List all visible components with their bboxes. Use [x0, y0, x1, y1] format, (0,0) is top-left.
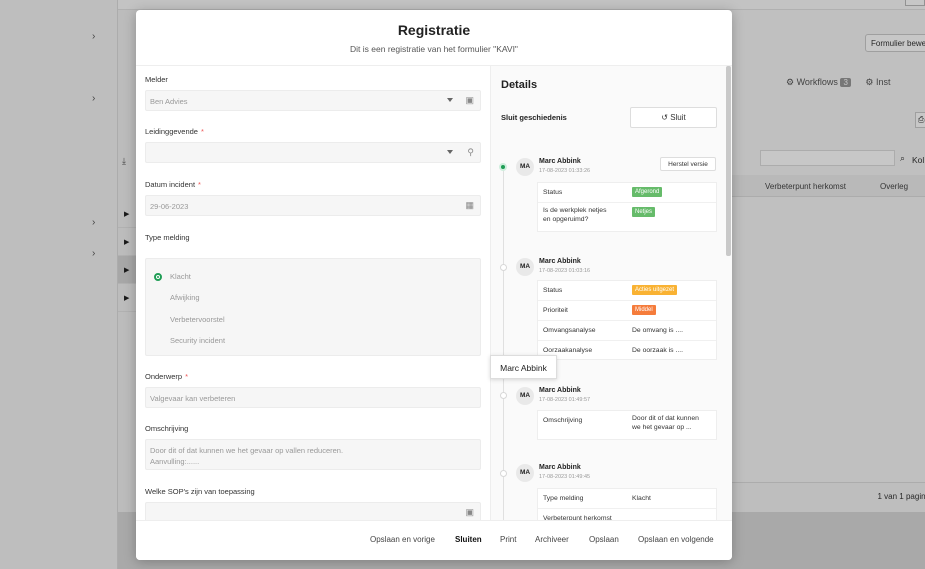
melder-value: Ben Advies	[150, 97, 188, 106]
type-melding-radio-group: Klacht Afwijking Verbetervoorstel Securi…	[145, 258, 481, 356]
avatar: MA	[516, 258, 534, 276]
omschrijving-label: Omschrijving	[145, 424, 189, 433]
entry-date: 17-08-2023 01:03:16	[539, 268, 591, 274]
avatar: MA	[516, 158, 534, 176]
change-row: Verbeterpunt herkomst	[538, 509, 716, 520]
change-key: Omvangsanalyse	[543, 327, 596, 334]
onderwerp-value: Valgevaar kan verbeteren	[150, 394, 236, 403]
change-row: Oorzaakanalyse De oorzaak is ....	[538, 341, 716, 359]
sop-input[interactable]: ▣	[145, 502, 481, 520]
entry-author: Marc Abbink	[539, 158, 581, 165]
omschrijving-textarea[interactable]: Door dit of dat kunnen we het gevaar op …	[145, 439, 481, 470]
change-value: De omvang is ....	[632, 327, 683, 334]
melder-label: Melder	[145, 75, 168, 84]
onderwerp-label: Onderwerp *	[145, 372, 189, 381]
history-timeline	[503, 166, 504, 520]
timeline-node	[500, 392, 507, 399]
omschrijving-line: Aanvulling:......	[150, 457, 200, 466]
change-key: Oorzaakanalyse	[543, 347, 593, 354]
change-key: Type melding	[543, 495, 584, 502]
save-button[interactable]: Opslaan	[589, 535, 619, 544]
change-row: Is de werkplek netjes en opgeruimd? Netje…	[538, 203, 716, 231]
timeline-node	[500, 470, 507, 477]
save-previous-button[interactable]: Opslaan en vorige	[370, 535, 435, 544]
details-title: Details	[501, 79, 538, 91]
modal-subtitle: Dit is een registratie van het formulier…	[350, 44, 518, 54]
calendar-icon[interactable]: ▦	[465, 200, 474, 211]
radio-selected-icon	[154, 273, 162, 281]
modal-header: Registratie Dit is een registratie van h…	[136, 10, 732, 66]
author-tooltip: Marc Abbink	[490, 355, 557, 379]
change-value: Door dit of dat kunnen we het gevaar op .…	[632, 415, 699, 431]
modal-footer: Opslaan en vorige Sluiten Print Archivee…	[136, 520, 732, 560]
melder-select[interactable]: Ben Advies ▣	[145, 90, 481, 111]
change-card: Omschrijving Door dit of dat kunnen we he…	[537, 410, 717, 440]
timeline-node-active	[499, 163, 507, 171]
datum-input[interactable]: 29-06-2023 ▦	[145, 195, 481, 216]
registration-form: Melder Ben Advies ▣ Leidinggevende * ⚲ Da…	[136, 66, 490, 520]
leidinggevende-select[interactable]: ⚲	[145, 142, 481, 163]
change-card: Status Acties uitgezet Prioriteit Middel…	[537, 280, 717, 360]
close-button[interactable]: Sluiten	[455, 535, 482, 544]
omschrijving-line: Door dit of dat kunnen we het gevaar op …	[150, 446, 344, 455]
chevron-down-icon	[447, 150, 453, 154]
change-key: Omschrijving	[543, 417, 583, 424]
datum-value: 29-06-2023	[150, 202, 189, 211]
sop-label: Welke SOP's zijn van toepassing	[145, 487, 255, 496]
leidinggevende-label: Leidinggevende *	[145, 127, 204, 136]
print-button[interactable]: Print	[500, 535, 516, 544]
entry-date: 17-08-2023 01:49:45	[539, 474, 591, 480]
entry-date: 17-08-2023 01:49:57	[539, 397, 591, 403]
user-icon[interactable]: ⚲	[467, 147, 474, 158]
entry-date: 17-08-2023 01:33:26	[539, 168, 591, 174]
change-key: Prioriteit	[543, 307, 568, 314]
status-badge: Netjes	[632, 207, 656, 217]
avatar: MA	[516, 387, 534, 405]
modal-title: Registratie	[397, 22, 471, 38]
change-key: Status	[543, 287, 563, 294]
radio-label: Verbetervoorstel	[170, 315, 225, 324]
history-icon: ↺	[661, 113, 668, 122]
change-value: Klacht	[632, 495, 651, 502]
onderwerp-input[interactable]: Valgevaar kan verbeteren	[145, 387, 481, 408]
chevron-down-icon	[447, 98, 453, 102]
save-next-button[interactable]: Opslaan en volgende	[638, 535, 714, 544]
priority-badge: Middel	[632, 305, 656, 315]
type-melding-label: Type melding	[145, 233, 190, 242]
change-row: Status Afgerond	[538, 183, 716, 203]
status-badge: Afgerond	[632, 187, 663, 197]
entry-author: Marc Abbink	[539, 258, 581, 265]
change-card: Status Afgerond Is de werkplek netjes en …	[537, 182, 717, 232]
change-row: Prioriteit Middel	[538, 301, 716, 321]
radio-label: Security incident	[170, 336, 226, 345]
timeline-node	[500, 264, 507, 271]
change-row: Omvangsanalyse De omvang is ....	[538, 321, 716, 341]
restore-version-button[interactable]: Herstel versie	[660, 157, 716, 171]
change-key: Is de werkplek netjes en opgeruimd?	[543, 207, 607, 223]
change-row: Type melding Klacht	[538, 489, 716, 509]
history-label: Sluit geschiedenis	[501, 113, 567, 122]
change-row: Omschrijving Door dit of dat kunnen we he…	[538, 411, 716, 439]
close-history-label: Sluit	[670, 113, 686, 122]
details-panel: Details Sluit geschiedenis ↺ Sluit MA Ma…	[490, 66, 732, 520]
change-card: Type melding Klacht Verbeterpunt herkoms…	[537, 488, 717, 520]
id-card-icon[interactable]: ▣	[465, 95, 474, 106]
archive-button[interactable]: Archiveer	[535, 535, 569, 544]
change-value: De oorzaak is ....	[632, 347, 683, 354]
avatar: MA	[516, 464, 534, 482]
registration-modal: Registratie Dit is een registratie van h…	[136, 10, 732, 560]
attachment-icon[interactable]: ▣	[465, 507, 474, 518]
radio-label: Afwijking	[170, 293, 200, 302]
close-history-button[interactable]: ↺ Sluit	[630, 107, 717, 128]
change-row: Status Acties uitgezet	[538, 281, 716, 301]
radio-label: Klacht	[170, 272, 191, 281]
status-badge: Acties uitgezet	[632, 285, 678, 295]
datum-label: Datum incident *	[145, 180, 201, 189]
entry-author: Marc Abbink	[539, 464, 581, 471]
entry-author: Marc Abbink	[539, 387, 581, 394]
change-key: Status	[543, 189, 563, 196]
details-scrollbar[interactable]	[726, 66, 731, 256]
